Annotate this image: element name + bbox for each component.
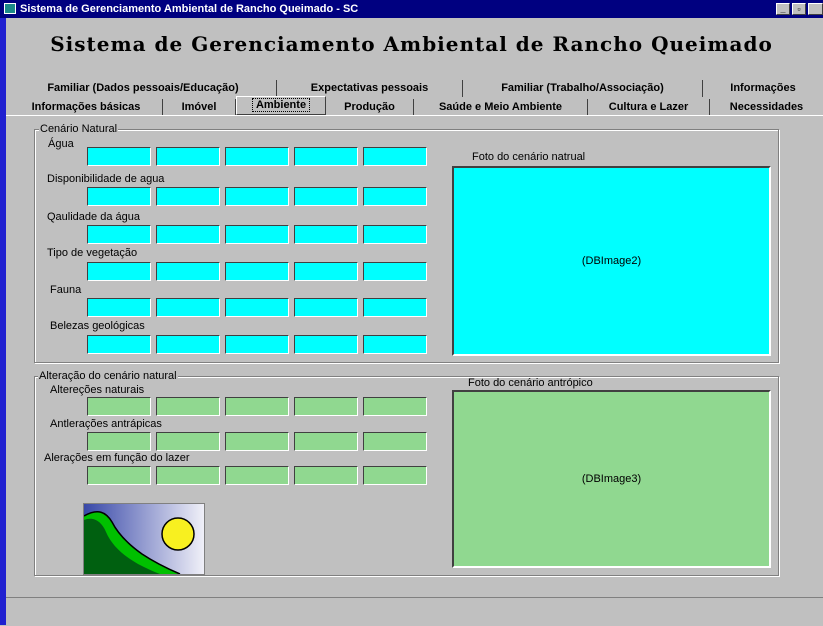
vegetacao-field-4[interactable] [294, 262, 358, 281]
window-left-edge [0, 18, 6, 625]
disponibilidade-field-1[interactable] [87, 187, 151, 206]
fauna-field-1[interactable] [87, 298, 151, 317]
close-button[interactable] [808, 3, 823, 15]
tab-label: Produção [344, 101, 395, 113]
logo-graphic [83, 504, 204, 575]
tab-label: Familiar (Trabalho/Associação) [501, 82, 664, 94]
fauna-field-5[interactable] [363, 298, 427, 317]
antropicas-field-1[interactable] [87, 432, 151, 451]
tab-familiar-dados[interactable]: Familiar (Dados pessoais/Educação) [10, 80, 277, 97]
belezas-field-3[interactable] [225, 335, 289, 354]
tab-saude-meio-ambiente[interactable]: Saúde e Meio Ambiente [414, 99, 588, 116]
tab-label: Necessidades [729, 101, 804, 113]
status-bar [6, 597, 823, 626]
label-tipo-vegetacao: Tipo de vegetação [47, 247, 138, 259]
window-title: Sistema de Gerenciamento Ambiental de Ra… [20, 3, 359, 15]
tab-imovel[interactable]: Imóvel [163, 99, 236, 116]
tab-label: Informações [730, 82, 796, 94]
agua-field-5[interactable] [363, 147, 427, 166]
tab-label: Familiar (Dados pessoais/Educação) [47, 82, 239, 94]
page-title: Sistema de Gerenciamento Ambiental de Ra… [50, 32, 773, 56]
app-icon[interactable] [4, 3, 16, 14]
agua-field-2[interactable] [156, 147, 220, 166]
tab-divider [6, 115, 823, 116]
agua-field-1[interactable] [87, 147, 151, 166]
landscape-sun-logo-icon [83, 503, 205, 575]
belezas-field-4[interactable] [294, 335, 358, 354]
tab-label: Imóvel [181, 101, 217, 113]
label-disponibilidade: Disponibilidade de agua [47, 173, 165, 185]
tab-label: Informações básicas [31, 101, 141, 113]
tab-label: Saúde e Meio Ambiente [438, 101, 563, 113]
natural-scenario-title: Cenário Natural [39, 123, 119, 135]
antropicas-field-3[interactable] [225, 432, 289, 451]
naturais-field-2[interactable] [156, 397, 220, 416]
label-qualidade: Qaulidade da água [47, 211, 140, 223]
tab-expectativas[interactable]: Expectativas pessoais [277, 80, 463, 97]
lazer-field-5[interactable] [363, 466, 427, 485]
label-alteracoes-naturais: Altereções naturais [50, 384, 145, 396]
tab-label: Cultura e Lazer [608, 101, 689, 113]
disponibilidade-field-4[interactable] [294, 187, 358, 206]
agua-field-3[interactable] [225, 147, 289, 166]
agua-field-4[interactable] [294, 147, 358, 166]
lazer-field-3[interactable] [225, 466, 289, 485]
tab-informacoes[interactable]: Informações [703, 80, 823, 97]
altered-photo-placeholder: (DBImage3) [581, 473, 642, 485]
vegetacao-field-5[interactable] [363, 262, 427, 281]
fauna-field-3[interactable] [225, 298, 289, 317]
disponibilidade-field-3[interactable] [225, 187, 289, 206]
label-belezas: Belezas geológicas [50, 320, 145, 332]
belezas-field-1[interactable] [87, 335, 151, 354]
naturais-field-1[interactable] [87, 397, 151, 416]
tab-label: Ambiente [251, 98, 311, 112]
disponibilidade-field-5[interactable] [363, 187, 427, 206]
vegetacao-field-1[interactable] [87, 262, 151, 281]
naturais-field-4[interactable] [294, 397, 358, 416]
tab-producao[interactable]: Produção [326, 99, 414, 116]
label-agua: Água [48, 138, 74, 150]
minimize-button[interactable]: _ [776, 3, 790, 15]
label-alteracoes-lazer: Alerações em função do lazer [44, 452, 190, 464]
tab-necessidades[interactable]: Necessidades [710, 99, 823, 116]
tab-familiar-trabalho[interactable]: Familiar (Trabalho/Associação) [463, 80, 703, 97]
vegetacao-field-2[interactable] [156, 262, 220, 281]
tab-ambiente[interactable]: Ambiente [236, 96, 326, 115]
fauna-field-4[interactable] [294, 298, 358, 317]
belezas-field-2[interactable] [156, 335, 220, 354]
natural-photo-label: Foto do cenário natrual [472, 151, 586, 163]
antropicas-field-2[interactable] [156, 432, 220, 451]
qualidade-field-1[interactable] [87, 225, 151, 244]
belezas-field-5[interactable] [363, 335, 427, 354]
fauna-field-2[interactable] [156, 298, 220, 317]
tab-informacoes-basicas[interactable]: Informações básicas [10, 99, 163, 116]
natural-photo-image[interactable]: (DBImage2) [452, 166, 771, 356]
label-fauna: Fauna [50, 284, 82, 296]
altered-photo-image[interactable]: (DBImage3) [452, 390, 771, 568]
lazer-field-1[interactable] [87, 466, 151, 485]
qualidade-field-4[interactable] [294, 225, 358, 244]
lazer-field-2[interactable] [156, 466, 220, 485]
maximize-icon: ▫ [797, 4, 801, 14]
altered-photo-label: Foto do cenário antrópico [468, 377, 593, 389]
antropicas-field-4[interactable] [294, 432, 358, 451]
qualidade-field-2[interactable] [156, 225, 220, 244]
minimize-icon: _ [780, 4, 786, 14]
naturais-field-3[interactable] [225, 397, 289, 416]
natural-photo-placeholder: (DBImage2) [581, 255, 642, 267]
tab-label: Expectativas pessoais [310, 82, 429, 94]
naturais-field-5[interactable] [363, 397, 427, 416]
tab-cultura-lazer[interactable]: Cultura e Lazer [588, 99, 710, 116]
vegetacao-field-3[interactable] [225, 262, 289, 281]
lazer-field-4[interactable] [294, 466, 358, 485]
altered-scenario-title: Alteração do cenário natural [38, 370, 178, 382]
maximize-button[interactable]: ▫ [792, 3, 806, 15]
disponibilidade-field-2[interactable] [156, 187, 220, 206]
window-title-bar[interactable]: Sistema de Gerenciamento Ambiental de Ra… [0, 0, 823, 18]
label-alteracoes-antropicas: Antlerações antrápicas [50, 418, 162, 430]
antropicas-field-5[interactable] [363, 432, 427, 451]
qualidade-field-3[interactable] [225, 225, 289, 244]
qualidade-field-5[interactable] [363, 225, 427, 244]
